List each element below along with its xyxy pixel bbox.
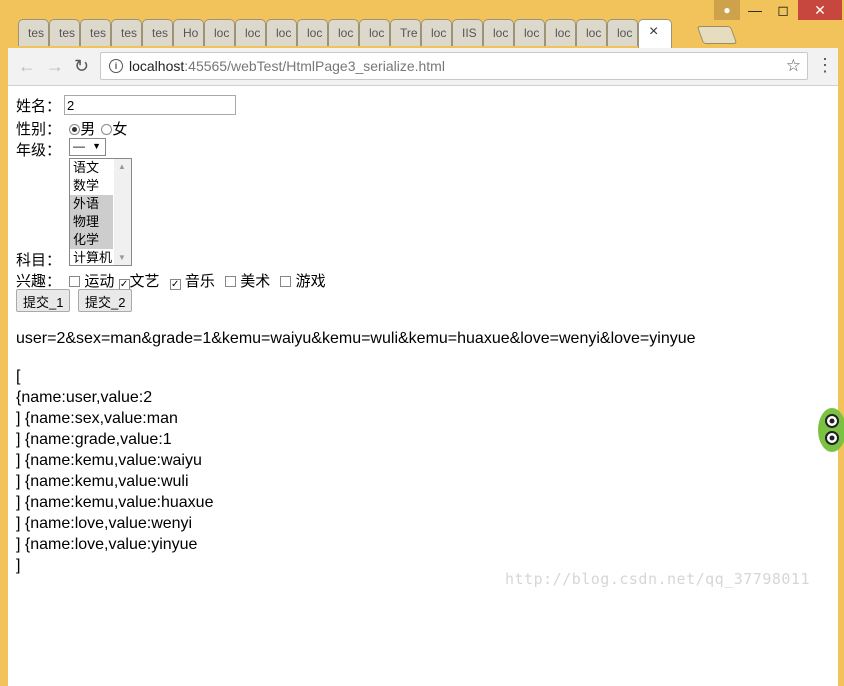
browser-menu-icon[interactable]: ⋮	[816, 55, 834, 76]
listbox-scrollbar[interactable]: ▲ ▼	[114, 159, 131, 265]
array-line: ] {name:kemu,value:wuli	[16, 473, 189, 490]
tab-19[interactable]: loc	[576, 19, 607, 46]
sex-female-label: 女	[112, 121, 128, 138]
title-bar: tes tes tes tes tes Ho loc loc loc loc l…	[0, 0, 844, 48]
tab-6[interactable]: Ho	[173, 19, 204, 46]
hobby-label: 兴趣：	[16, 273, 62, 290]
tab-4[interactable]: tes	[111, 19, 142, 46]
submit-1-button[interactable]: 提交_1	[16, 289, 71, 312]
tab-8[interactable]: loc	[235, 19, 266, 46]
sex-male-label: 男	[80, 121, 96, 138]
tab-12[interactable]: loc	[359, 19, 390, 46]
tab-17[interactable]: loc	[514, 19, 545, 46]
tab-20[interactable]: loc	[607, 19, 638, 46]
tab-16[interactable]: loc	[483, 19, 514, 46]
subject-option[interactable]: 语文	[70, 159, 113, 177]
tab-15[interactable]: IIS	[452, 19, 483, 46]
tab-14[interactable]: loc	[421, 19, 452, 46]
tab-3[interactable]: tes	[80, 19, 111, 46]
array-line: ]	[16, 557, 21, 574]
sex-label: 性别：	[16, 121, 62, 138]
chevron-down-icon: ▼	[92, 141, 101, 151]
hobby-name: 美术	[240, 273, 271, 290]
serialized-output: user=2&sex=man&grade=1&kemu=waiyu&kemu=w…	[16, 330, 696, 347]
subject-label: 科目：	[16, 252, 62, 269]
sex-male-radio[interactable]	[69, 124, 81, 135]
active-tab-close-icon[interactable]: ×	[638, 19, 672, 48]
back-arrow-icon[interactable]: ←	[18, 56, 36, 77]
url-path: :45565/webTest/HtmlPage3_serialize.html	[184, 58, 445, 74]
tab-11[interactable]: loc	[328, 19, 359, 46]
hobby-checkbox-checked[interactable]: ✓	[169, 279, 181, 290]
user-icon[interactable]: ●	[714, 0, 740, 20]
watermark: http://blog.csdn.net/qq_37798011	[505, 570, 810, 588]
name-input[interactable]	[64, 95, 236, 115]
grade-select[interactable]: — ▼	[69, 138, 106, 156]
array-line: ] {name:love,value:yinyue	[16, 536, 198, 553]
array-line: ] {name:kemu,value:huaxue	[16, 494, 214, 511]
new-tab-button[interactable]	[696, 26, 738, 44]
subject-option-selected[interactable]: 外语	[70, 195, 113, 213]
scroll-down-icon[interactable]: ▼	[118, 253, 126, 262]
tab-10[interactable]: loc	[297, 19, 328, 46]
hobby-checkbox[interactable]	[280, 276, 292, 287]
tab-5[interactable]: tes	[142, 19, 173, 46]
hobby-name: 文艺	[129, 273, 160, 290]
tab-strip: tes tes tes tes tes Ho loc loc loc loc l…	[18, 19, 672, 48]
bookmark-star-icon[interactable]: ☆	[786, 56, 801, 76]
hobby-name: 运动	[84, 273, 115, 290]
hobby-checkbox[interactable]	[225, 276, 237, 287]
address-bar[interactable]: i localhost:45565/webTest/HtmlPage3_seri…	[100, 52, 808, 80]
url-text[interactable]: localhost:45565/webTest/HtmlPage3_serial…	[129, 58, 445, 74]
subject-option[interactable]: 计算机	[70, 249, 113, 267]
sex-row: 性别： 男 女	[16, 118, 127, 139]
browser-toolbar: ← → ↻ i localhost:45565/webTest/HtmlPage…	[8, 48, 838, 86]
tab-9[interactable]: loc	[266, 19, 297, 46]
url-host: localhost	[129, 58, 185, 74]
subject-option-selected[interactable]: 化学	[70, 231, 113, 249]
forward-arrow-icon[interactable]: →	[46, 56, 64, 77]
info-icon[interactable]: i	[109, 59, 123, 73]
maximize-icon[interactable]: ◻	[770, 0, 796, 20]
grade-select-value: —	[73, 139, 85, 153]
reload-icon[interactable]: ↻	[74, 56, 89, 77]
name-label: 姓名：	[16, 98, 62, 115]
submit-2-button[interactable]: 提交_2	[78, 289, 133, 312]
minimize-icon[interactable]: —	[742, 0, 768, 20]
array-line: ] {name:kemu,value:waiyu	[16, 452, 202, 469]
window-close-icon[interactable]: ✕	[798, 0, 842, 20]
array-line: ] {name:love,value:wenyi	[16, 515, 193, 532]
hobby-checkbox[interactable]	[69, 276, 81, 287]
hobby-name: 音乐	[184, 273, 215, 290]
array-line: ] {name:sex,value:man	[16, 410, 178, 427]
mascot-icon	[818, 408, 844, 452]
page-content: 姓名： 性别： 男 女 年级： —▼ 语文 数学 外语 物理 化学 计算机 ▲ …	[8, 86, 838, 686]
tab-1[interactable]: tes	[18, 19, 49, 46]
tab-7[interactable]: loc	[204, 19, 235, 46]
tab-18[interactable]: loc	[545, 19, 576, 46]
tab-13[interactable]: Tre	[390, 19, 421, 46]
sex-female-radio[interactable]	[101, 124, 113, 135]
subject-option-selected[interactable]: 物理	[70, 213, 113, 231]
subject-option[interactable]: 数学	[70, 177, 113, 195]
array-line: {name:user,value:2	[16, 389, 153, 406]
subject-listbox[interactable]: 语文 数学 外语 物理 化学 计算机 ▲ ▼	[69, 158, 132, 266]
tab-2[interactable]: tes	[49, 19, 80, 46]
scroll-up-icon[interactable]: ▲	[118, 162, 126, 171]
grade-label: 年级：	[16, 142, 62, 159]
array-line: [	[16, 368, 21, 385]
array-line: ] {name:grade,value:1	[16, 431, 172, 448]
hobby-row: 兴趣： 运动 ✓文艺 ✓ 音乐 美术 游戏	[16, 270, 326, 291]
hobby-name: 游戏	[295, 273, 326, 290]
